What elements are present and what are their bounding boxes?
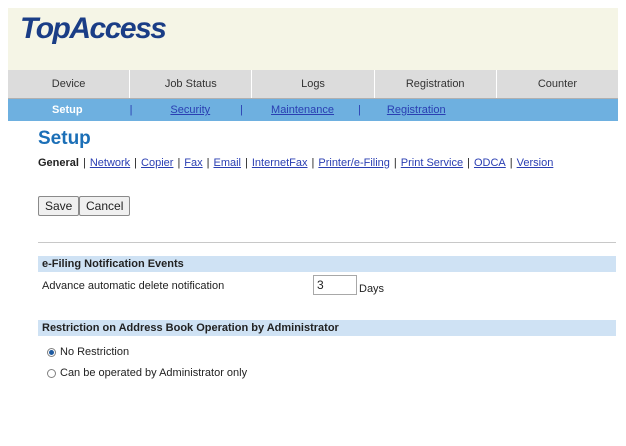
subnav-separator: | xyxy=(240,104,244,116)
setup-nav-fax[interactable]: Fax xyxy=(184,157,202,169)
setup-nav-odca[interactable]: ODCA xyxy=(474,157,506,169)
setup-nav-network[interactable]: Network xyxy=(90,157,130,169)
tab-logs[interactable]: Logs xyxy=(251,70,373,98)
no-restriction-label: No Restriction xyxy=(60,346,130,358)
header-banner: TopAccess xyxy=(8,8,618,70)
setup-category-nav: General | Network | Copier | Fax | Email | Interne… xyxy=(38,157,554,169)
subnav-setup[interactable]: Setup xyxy=(52,104,83,116)
efiling-section-heading: e-Filing Notification Events xyxy=(38,256,616,272)
restriction-section-heading: Restriction on Address Book Operation by… xyxy=(38,320,616,336)
admin-only-label: Can be operated by Administrator only xyxy=(60,367,248,379)
setup-nav-internetfax[interactable]: InternetFax xyxy=(252,157,308,169)
save-button[interactable]: Save xyxy=(38,196,80,216)
setup-nav-version[interactable]: Version xyxy=(517,157,554,169)
topaccess-logo: TopAccess xyxy=(20,12,167,45)
subnav-maintenance[interactable]: Maintenance xyxy=(271,104,334,116)
subnav-separator: | xyxy=(129,104,133,116)
setup-nav-email[interactable]: Email xyxy=(214,157,242,169)
page-title: Setup xyxy=(38,128,91,149)
subnav-registration[interactable]: Registration xyxy=(387,104,446,116)
setup-nav-printer-efiling[interactable]: Printer/e-Filing xyxy=(318,157,390,169)
setup-nav-copier[interactable]: Copier xyxy=(141,157,173,169)
advance-delete-days-input[interactable]: 3 xyxy=(313,275,357,295)
tab-device[interactable]: Device xyxy=(8,70,129,98)
sub-nav-bar: Setup | Security | Maintenance | Registr… xyxy=(8,99,618,121)
days-unit-label: Days xyxy=(359,283,385,295)
no-restriction-radio[interactable] xyxy=(47,348,56,357)
tab-registration[interactable]: Registration xyxy=(373,70,496,98)
main-tabs: Device Job Status Logs Registration Coun… xyxy=(8,70,618,99)
cancel-button[interactable]: Cancel xyxy=(79,196,131,216)
setup-nav-print-service[interactable]: Print Service xyxy=(401,157,463,169)
admin-only-radio[interactable] xyxy=(47,369,56,378)
subnav-separator: | xyxy=(358,104,361,116)
section-divider xyxy=(38,242,616,243)
tab-counter[interactable]: Counter xyxy=(495,70,618,98)
tab-job-status[interactable]: Job Status xyxy=(129,70,251,98)
setup-nav-general: General xyxy=(38,157,79,169)
subnav-security[interactable]: Security xyxy=(170,104,210,116)
advance-delete-label: Advance automatic delete notification xyxy=(42,280,225,292)
